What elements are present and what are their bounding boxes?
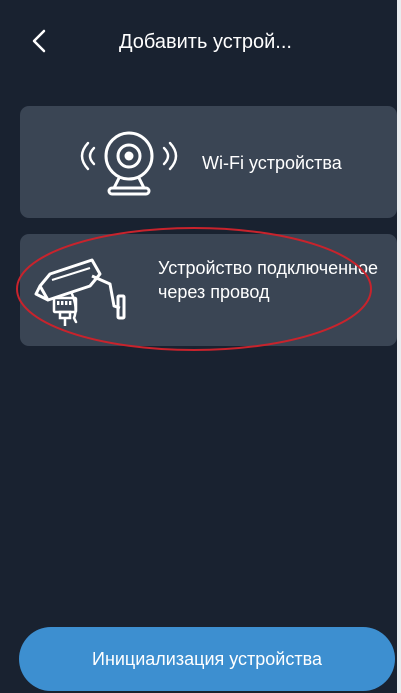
wifi-device-label: Wi-Fi устройства (202, 153, 342, 173)
chevron-left-icon (32, 29, 46, 53)
initialize-device-button[interactable]: Инициализация устройства (19, 627, 395, 691)
wired-device-card[interactable]: Устройство подключенное через провод (20, 234, 397, 346)
wired-device-label: Устройство подключенное через провод (158, 258, 379, 302)
page-title: Добавить устрой... (119, 31, 292, 53)
screen-edge (397, 0, 401, 693)
app-screen: Добавить устрой... Wi-Fi устройства Устр… (0, 0, 397, 693)
wifi-camera-icon (80, 131, 178, 196)
wifi-device-card[interactable]: Wi-Fi устройства (20, 106, 397, 218)
wired-camera-icon (34, 258, 126, 326)
header: Добавить устрой... (0, 0, 397, 90)
back-button[interactable] (26, 26, 54, 56)
